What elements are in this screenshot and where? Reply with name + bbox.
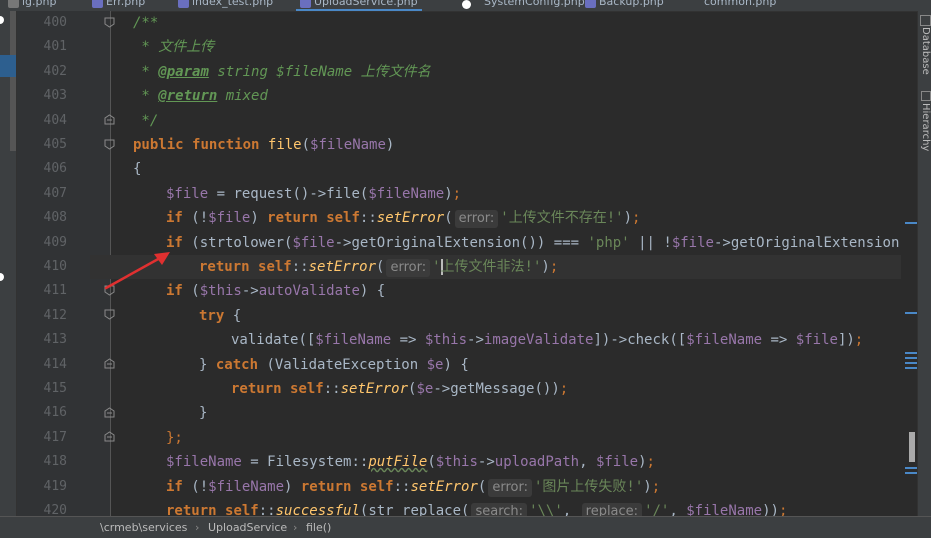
php-file-icon (178, 0, 189, 8)
tab-upload-service-php[interactable]: UploadService.php (296, 0, 422, 11)
code-line-409: if (strtolower($file->getOriginalExtensi… (166, 234, 901, 251)
line-number: 415 (43, 381, 67, 396)
line-number: 418 (43, 454, 67, 470)
param-hint: error: (386, 259, 431, 277)
code-line-412: try { (199, 307, 242, 324)
code-line-407: $file = request()->file($fileName); (166, 185, 462, 202)
breadcrumb: \crmeb\services › UploadService › file() (0, 516, 931, 538)
error-stripe-marker[interactable] (905, 352, 917, 354)
line-number: 407 (43, 185, 67, 201)
tab-system-config-php[interactable]: SystemConfig.php (470, 0, 585, 10)
php-file-icon (300, 0, 311, 8)
code-line-416: } (199, 405, 208, 422)
line-number: 412 (43, 307, 67, 323)
line-number: 417 (43, 429, 67, 445)
line-number: 413 (43, 332, 67, 348)
line-number: 408 (43, 210, 67, 226)
error-stripe-marker[interactable] (905, 357, 917, 359)
param-hint: error: (454, 210, 499, 229)
code-line-401: * 文件上传 (133, 39, 215, 56)
php-file-icon (8, 0, 19, 8)
code-line-405: public function file($fileName) (133, 137, 395, 153)
line-number: 400 (43, 15, 67, 30)
line-number: 403 (43, 88, 67, 104)
code-line-415: return self::setError($e->getMessage()); (231, 381, 569, 397)
tab-err-php[interactable]: Err.php (92, 0, 145, 10)
php-file-icon (690, 0, 701, 8)
error-stripe-marker[interactable] (905, 367, 917, 369)
code-editor[interactable]: /** * 文件上传 * @param string $fileName 上传文… (111, 11, 901, 516)
hierarchy-tool-tab[interactable]: Hierarchy (920, 103, 931, 151)
code-line-413: validate([$fileName => $this->imageValid… (231, 332, 864, 349)
line-number: 404 (43, 112, 67, 128)
tab-index-test-php[interactable]: index_test.php (178, 0, 273, 10)
code-line-403: * @return mixed (133, 88, 268, 105)
php-file-icon (470, 0, 481, 8)
line-number: 416 (43, 405, 67, 421)
breadcrumb-method[interactable]: file() (306, 517, 331, 538)
code-line-419: if (!$fileName) return self::setError(er… (166, 478, 661, 497)
line-number: 406 (43, 161, 67, 177)
tab-common-php[interactable]: common.php (690, 0, 776, 10)
tab-ig-php[interactable]: ig.php (8, 0, 56, 10)
error-stripe-marker[interactable] (905, 362, 917, 364)
code-line-417: }; (166, 429, 183, 446)
line-number: 410 (43, 259, 67, 274)
line-number: 402 (43, 63, 67, 79)
code-line-411: if ($this->autoValidate) { (166, 283, 386, 300)
vertical-scrollbar-thumb[interactable] (909, 432, 915, 462)
line-number: 405 (43, 137, 67, 152)
error-stripe-marker[interactable] (905, 222, 917, 224)
error-stripe-marker[interactable] (905, 472, 917, 474)
param-hint: search: (471, 503, 528, 516)
param-hint: replace: (581, 503, 643, 516)
code-line-420: return self::successful(str_replace(sear… (166, 499, 787, 516)
annotation-arrow-icon (104, 252, 170, 290)
code-line-408: if (!$file) return self::setError(error:… (166, 210, 641, 229)
error-stripe-marker[interactable] (905, 312, 917, 314)
database-icon (920, 15, 931, 26)
php-file-icon (92, 0, 103, 8)
code-line-404: */ (133, 112, 159, 129)
code-line-400: /** (133, 15, 159, 31)
code-line-414: } catch (ValidateException $e) { (199, 356, 469, 373)
code-line-402: * @param string $fileName 上传文件名 (133, 63, 431, 80)
breadcrumb-separator-icon: › (195, 521, 200, 534)
breadcrumb-class[interactable]: UploadService (208, 517, 287, 538)
code-line-418: $fileName = Filesystem::putFile($this->u… (166, 454, 655, 471)
line-number: 401 (43, 39, 67, 55)
error-stripe-marker[interactable] (905, 467, 917, 469)
database-tool-tab[interactable]: Database (920, 27, 931, 75)
param-hint: error: (488, 478, 532, 497)
breadcrumb-separator-icon: › (293, 521, 298, 534)
breadcrumb-namespace[interactable]: \crmeb\services (100, 517, 187, 538)
left-scroll-indicator (10, 11, 16, 151)
line-number: 409 (43, 234, 67, 250)
line-number: 419 (43, 478, 67, 494)
tab-backup-php[interactable]: Backup.php (585, 0, 664, 10)
code-line-406: { (133, 161, 142, 178)
line-number: 411 (43, 283, 67, 299)
line-number: 414 (43, 356, 67, 372)
hierarchy-icon (921, 91, 931, 101)
right-tool-strip: Database Hierarchy (917, 11, 931, 537)
php-file-icon (585, 0, 596, 8)
selected-tree-item[interactable] (0, 55, 16, 77)
code-line-410: return self::setError(error: '上传文件非法!'); (199, 259, 559, 277)
